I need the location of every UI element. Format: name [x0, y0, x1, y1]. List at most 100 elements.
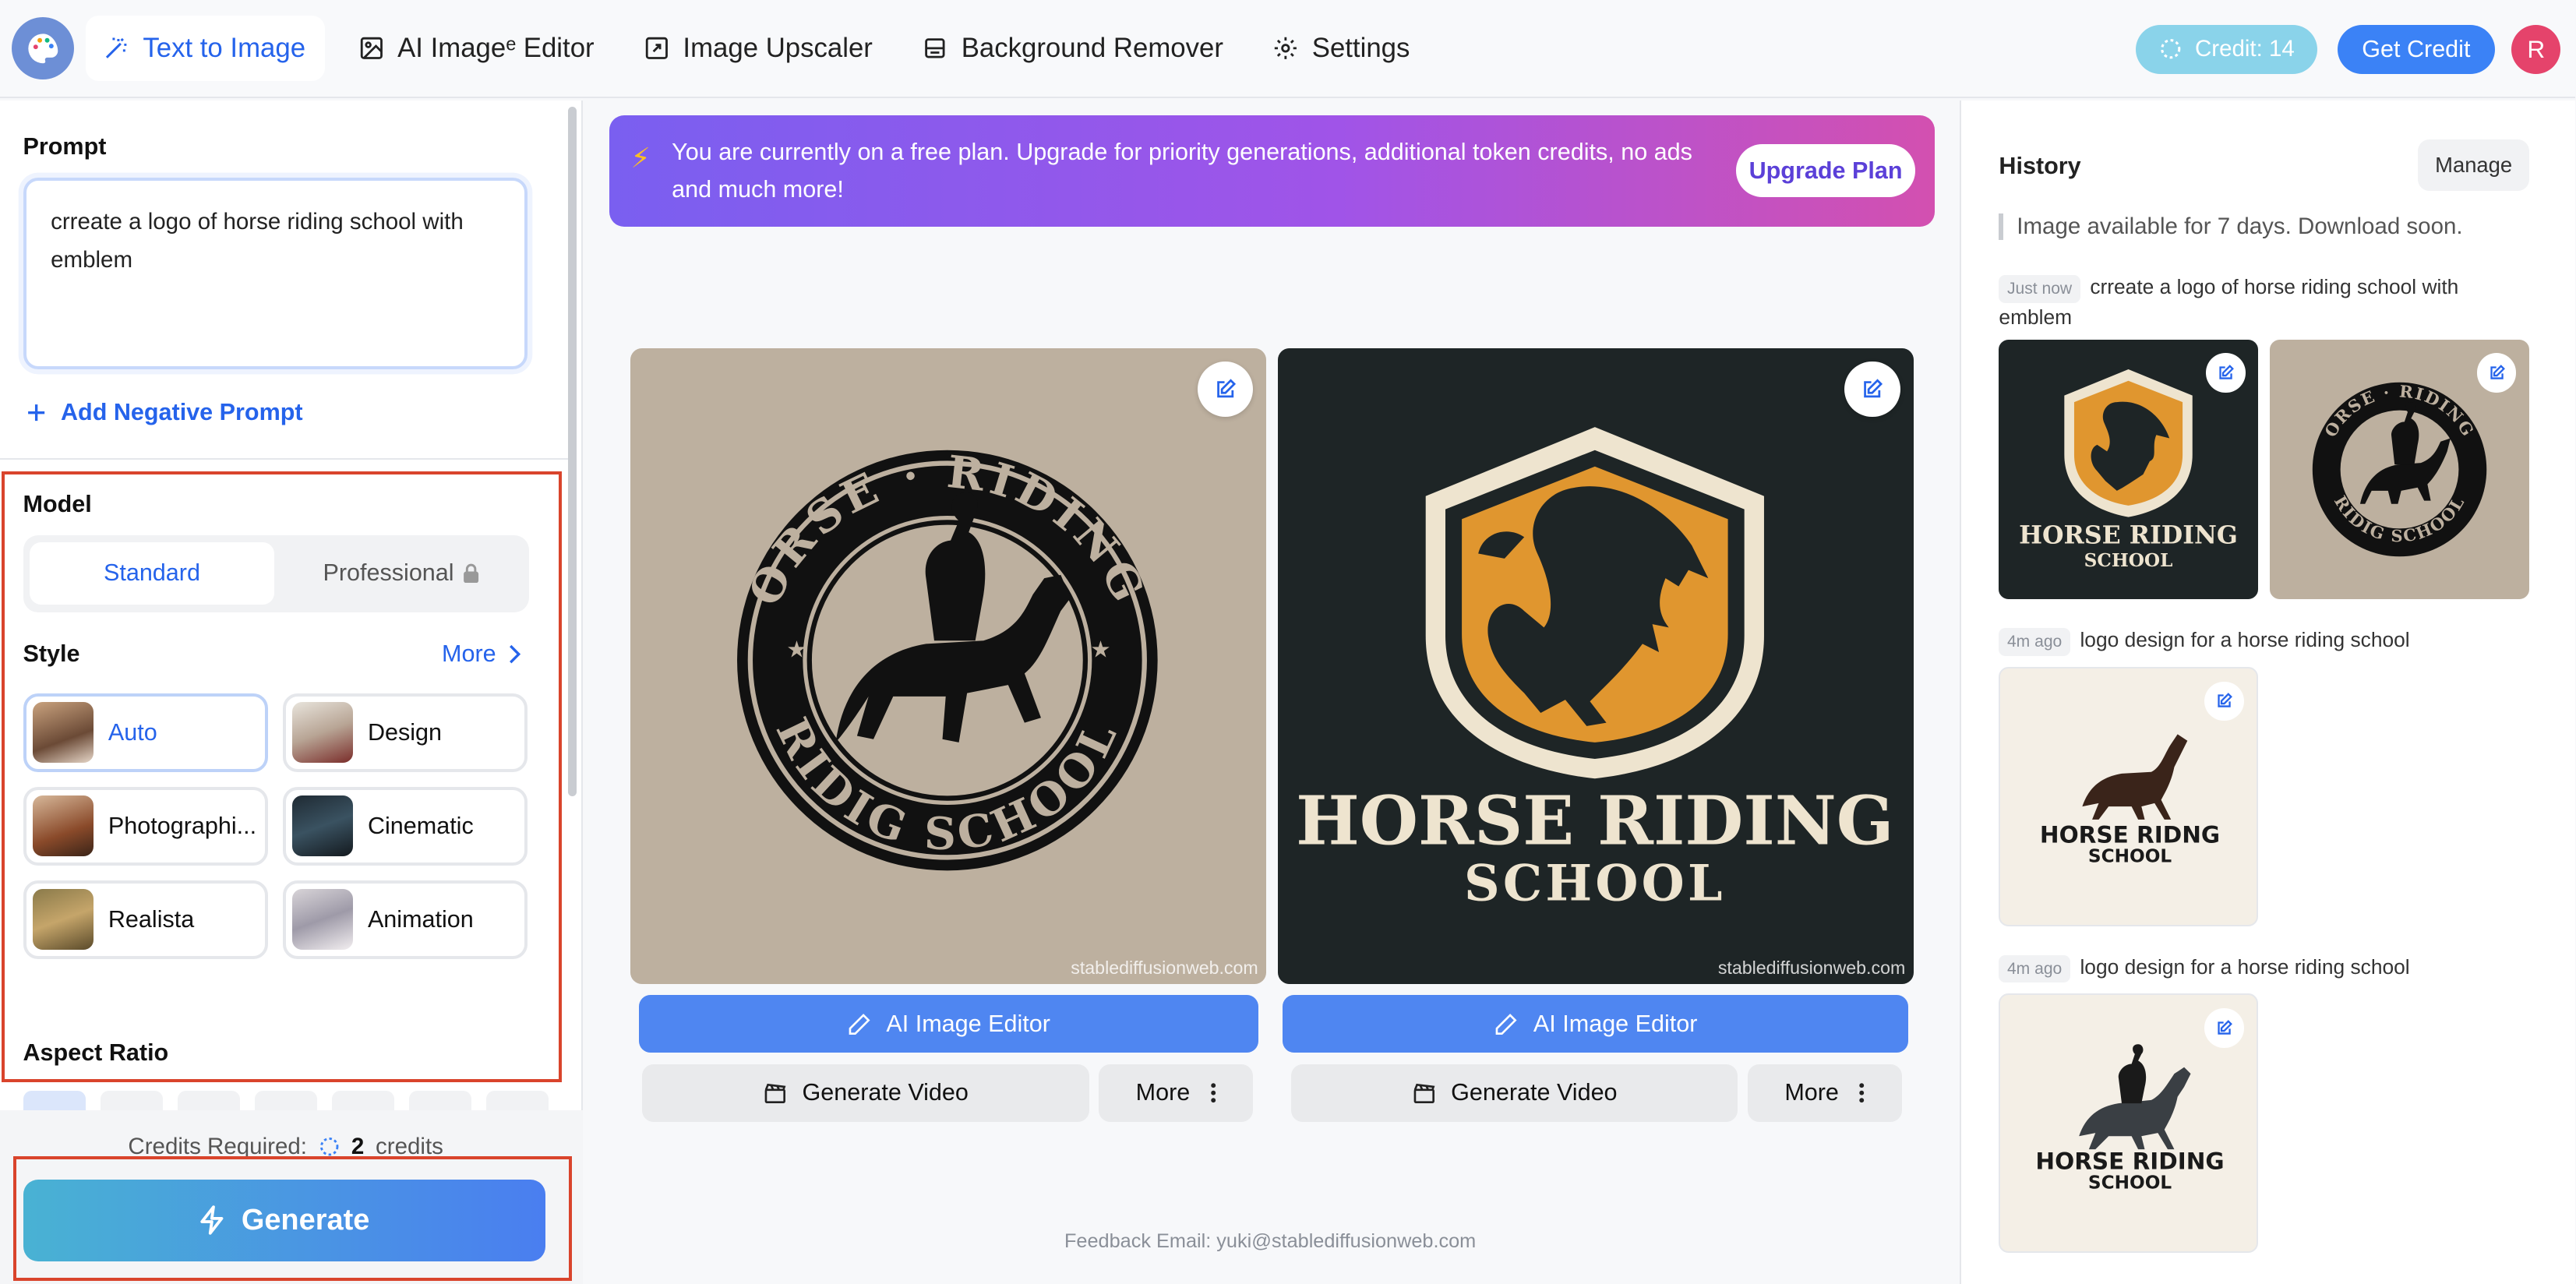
nav-settings[interactable]: Settings — [1272, 16, 1410, 81]
get-credit-button[interactable]: Get Credit — [2337, 24, 2496, 74]
aspect-option[interactable] — [23, 1090, 86, 1110]
time-tag: 4m ago — [1999, 954, 2070, 983]
nav-ai-image-editor[interactable]: AI Imageᵉ Editor — [358, 16, 595, 81]
svg-text:★: ★ — [1091, 637, 1111, 662]
left-scrollbar[interactable] — [568, 107, 577, 797]
more-label: More — [1784, 1079, 1839, 1106]
nav-label: Text to Image — [143, 33, 306, 63]
edit-image-button[interactable] — [2476, 353, 2517, 393]
credit-balance[interactable]: Credit: 14 — [2136, 24, 2318, 74]
coin-icon — [319, 1137, 339, 1156]
avatar[interactable]: R — [2511, 24, 2561, 74]
bolt-icon: ⚡ — [630, 143, 651, 175]
more-options-button[interactable]: More — [1747, 1064, 1903, 1122]
plus-icon — [27, 404, 44, 422]
top-right-actions: Credit: 14 Get Credit R — [2136, 0, 2575, 98]
nav-label: Settings — [1311, 33, 1410, 63]
edit-image-button[interactable] — [2204, 1008, 2244, 1048]
more-options-button[interactable]: More — [1099, 1064, 1254, 1122]
edit-icon — [1217, 379, 1236, 398]
nav-label: Image Upscaler — [683, 33, 873, 63]
history-entry: Just now crreate a logo of horse riding s… — [1999, 273, 2525, 333]
more-label: More — [1135, 1079, 1191, 1106]
ai-image-editor-button[interactable]: AI Image Editor — [1283, 995, 1909, 1053]
history-entry: 4m ago logo design for a horse riding sch… — [1999, 626, 2525, 656]
history-thumbnail[interactable]: ORSE · RIDING RIDIG SCHOOL — [2270, 340, 2530, 600]
feedback-email: Feedback Email: yuki@stablediffusionweb.… — [1064, 1229, 1477, 1252]
edit-icon — [2490, 365, 2505, 379]
clapperboard-icon — [1413, 1083, 1434, 1104]
watermark: stablediffusionweb.com — [1071, 958, 1258, 979]
negative-prompt-label: Add Negative Prompt — [60, 399, 303, 426]
history-thumbnail[interactable]: HORSE RIDING SCHOOL — [1999, 993, 2259, 1254]
pencil-icon — [849, 1013, 870, 1035]
edit-icon — [2218, 693, 2232, 708]
svg-text:HORSE RIDING: HORSE RIDING — [2020, 521, 2239, 550]
shield-logo: HORSE RIDING SCHOOL — [1296, 427, 1894, 912]
aspect-option[interactable] — [408, 1090, 471, 1110]
history-prompt: logo design for a horse riding school — [2080, 628, 2410, 652]
credit-text: Credit: 14 — [2194, 36, 2295, 62]
nav-text-to-image[interactable]: Text to Image — [85, 16, 326, 82]
manage-button[interactable]: Manage — [2417, 139, 2530, 191]
edit-image-button[interactable] — [2206, 353, 2246, 393]
aspect-ratio-options — [23, 1090, 549, 1110]
ai-image-editor-button[interactable]: AI Image Editor — [639, 995, 1258, 1053]
svg-text:HORSE RIDNG: HORSE RIDNG — [2040, 821, 2220, 848]
palette-logo-icon[interactable] — [11, 17, 74, 80]
add-negative-prompt-button[interactable]: Add Negative Prompt — [26, 399, 303, 426]
history-thumbnail[interactable]: HORSE RIDING SCHOOL — [1999, 340, 2259, 600]
history-prompt: logo design for a horse riding school — [2080, 954, 2410, 979]
top-navbar: Text to Image AI Imageᵉ Editor Image Ups… — [0, 0, 2576, 99]
upgrade-banner: ⚡ You are currently on a free plan. Upgr… — [609, 115, 1936, 227]
resize-icon — [645, 37, 668, 60]
svg-text:SCHOOL: SCHOOL — [2088, 846, 2172, 867]
upgrade-plan-button[interactable]: Upgrade Plan — [1736, 144, 1915, 197]
magic-wand-icon — [105, 37, 127, 59]
aspect-option[interactable] — [100, 1090, 163, 1110]
gear-icon — [1274, 37, 1297, 60]
nav-background-remover[interactable]: Background Remover — [922, 16, 1223, 81]
kebab-menu-icon — [1859, 1083, 1865, 1103]
pencil-icon — [1495, 1013, 1517, 1035]
prompt-textarea[interactable]: crreate a logo of horse riding school wi… — [23, 177, 528, 370]
video-label: Generate Video — [1451, 1079, 1618, 1106]
time-tag: 4m ago — [1999, 628, 2070, 656]
history-thumbnail[interactable]: HORSE RIDNG SCHOOL — [1999, 666, 2259, 926]
svg-text:★: ★ — [787, 637, 807, 662]
video-label: Generate Video — [802, 1079, 969, 1106]
availability-notice: Image available for 7 days. Download soo… — [1999, 213, 2463, 241]
aspect-option[interactable] — [331, 1090, 394, 1110]
divider — [0, 458, 569, 460]
generate-video-button[interactable]: Generate Video — [1290, 1064, 1738, 1122]
time-tag: Just now — [1999, 274, 2080, 303]
watermark: stablediffusionweb.com — [1717, 958, 1906, 979]
nav-label: Background Remover — [961, 33, 1223, 63]
generated-image-1[interactable]: ORSE · RIDING RIDIG SCHOOL ★ ★ stabledif… — [630, 347, 1267, 984]
editor-label: AI Image Editor — [886, 1010, 1050, 1037]
layers-icon — [925, 38, 945, 58]
edit-image-button[interactable] — [2204, 681, 2244, 721]
editor-label: AI Image Editor — [1533, 1010, 1698, 1037]
coin-icon — [2160, 39, 2180, 59]
edit-image-button[interactable] — [1844, 361, 1900, 418]
generated-image-2[interactable]: HORSE RIDING SCHOOL stablediffusionweb.c… — [1278, 347, 1914, 984]
svg-text:HORSE RIDING: HORSE RIDING — [2036, 1148, 2225, 1175]
generate-video-button[interactable]: Generate Video — [642, 1064, 1089, 1122]
nav-image-upscaler[interactable]: Image Upscaler — [644, 16, 873, 81]
aspect-option[interactable] — [485, 1090, 549, 1110]
highlight-box-model-style — [2, 471, 562, 1083]
edit-icon — [2218, 1020, 2232, 1035]
svg-text:SCHOOL: SCHOOL — [2088, 1173, 2172, 1194]
image-icon — [360, 37, 383, 60]
aspect-option[interactable] — [177, 1090, 240, 1110]
highlight-box-generate — [12, 1156, 572, 1282]
aspect-option[interactable] — [254, 1090, 317, 1110]
svg-text:SCHOOL: SCHOOL — [1464, 854, 1726, 912]
kebab-menu-icon — [1210, 1083, 1216, 1103]
svg-text:HORSE RIDING: HORSE RIDING — [1296, 781, 1893, 860]
clapperboard-icon — [764, 1083, 786, 1104]
history-title: History — [1999, 153, 2081, 180]
history-entry: 4m ago logo design for a horse riding sch… — [1999, 953, 2525, 983]
circular-emblem-logo: ORSE · RIDING RIDIG SCHOOL ★ ★ — [737, 446, 1159, 871]
